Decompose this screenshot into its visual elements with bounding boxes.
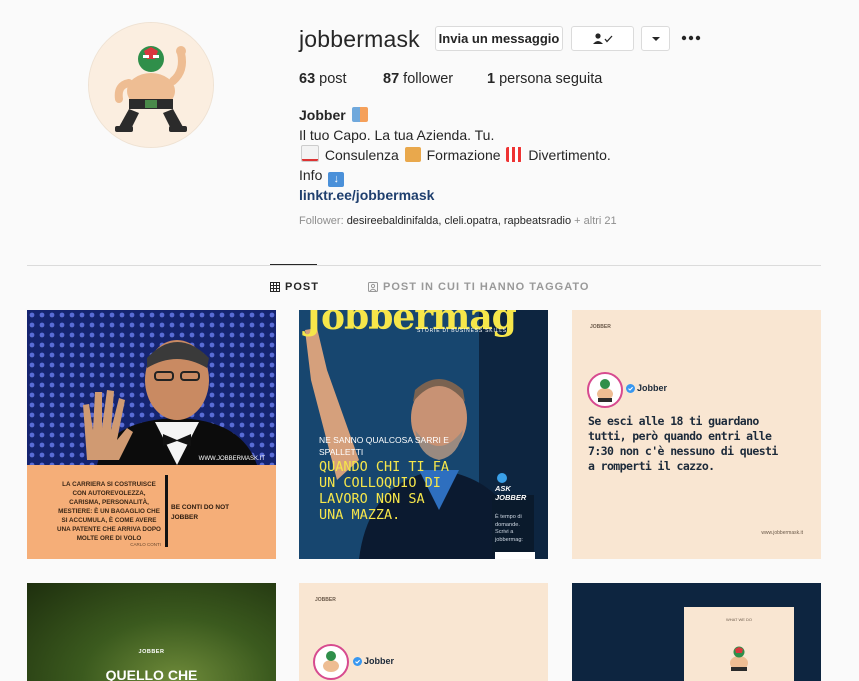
following-status-button[interactable]: [571, 26, 634, 51]
followers-stat[interactable]: 87 follower: [383, 71, 453, 87]
followed-by-prefix: Follower:: [299, 215, 344, 227]
post-tile-jobbermag[interactable]: Jobbermag STORIE DI BUSINESS SKILLS NE S…: [299, 310, 548, 559]
post6-caption: WHAT WE DO: [725, 617, 753, 622]
post2-subtitle: STORIE DI BUSINESS SKILLS: [417, 328, 507, 334]
posts-label: post: [319, 71, 347, 87]
popcorn-emoji-icon: [506, 147, 523, 162]
bio-name: Jobber: [299, 107, 346, 123]
post1-author: CARLO CONTI: [130, 542, 161, 547]
tab-tagged-label: POST IN CUI TI HANNO TAGGATO: [383, 281, 590, 293]
post1-side-text: BE CONTI DO NOT JOBBER: [171, 504, 230, 521]
posts-stat: 63 post: [299, 71, 347, 87]
verified-badge-icon: [353, 657, 362, 666]
post-tile-nature[interactable]: JOBBER QUELLO CHE: [27, 583, 276, 681]
bio-consulting: Consulenza: [324, 147, 399, 163]
post-tile-what-we-do[interactable]: WHAT WE DO: [572, 583, 821, 681]
grid-icon: [270, 282, 280, 292]
post-tile-carlo-conti[interactable]: WWW.JOBBERMASK.IT LA CARRIERA SI COSTRUI…: [27, 310, 276, 559]
luchador-mascot-icon: [89, 23, 213, 147]
following-count: 1: [487, 71, 496, 87]
jobber-avatar-icon: [313, 644, 349, 680]
followers-label: follower: [403, 71, 454, 87]
theater-masks-emoji-icon: [351, 107, 368, 122]
luchador-mascot-icon: [730, 646, 748, 671]
post6-card: WHAT WE DO: [684, 607, 794, 681]
bio-external-link[interactable]: linktr.ee/jobbermask: [299, 187, 434, 203]
teacher-emoji-icon: [404, 147, 421, 162]
bio-info: Info: [299, 167, 323, 183]
tagged-person-icon: [368, 282, 378, 292]
tab-posts[interactable]: POST: [270, 281, 319, 293]
jobber-avatar-icon: [587, 372, 623, 408]
tab-tagged[interactable]: POST IN CUI TI HANNO TAGGATO: [368, 281, 589, 293]
post3-text: Se esci alle 18 ti guardano tutti, però …: [588, 414, 778, 473]
post3-brand: JOBBER: [590, 324, 611, 330]
bio-training: Formazione: [426, 147, 501, 163]
followers-count: 87: [383, 71, 400, 87]
bio-tagline: Il tuo Capo. La tua Azienda. Tu.: [299, 127, 495, 143]
more-dots-icon: [681, 35, 701, 41]
post1-watermark: WWW.JOBBERMASK.IT: [199, 456, 266, 462]
post5-account: Jobber: [364, 656, 395, 666]
post3-url: www.jobbermask.it: [761, 530, 803, 536]
following-stat[interactable]: 1 persona seguita: [487, 71, 602, 87]
profile-bio: Jobber Il tuo Capo. La tua Azienda. Tu. …: [299, 105, 611, 205]
post2-ask-title: ASK JOBBER: [495, 484, 527, 502]
tab-posts-label: POST: [285, 281, 319, 293]
post-tile-jobber-quote[interactable]: JOBBER Jobber Se esci alle 18 ti guardan…: [572, 310, 821, 559]
person-check-icon: [592, 32, 612, 44]
post2-headline: QUANDO CHI TI FA UN COLLOQUIO DI LAVORO …: [319, 459, 450, 523]
followed-by-more: + altri 21: [574, 215, 617, 227]
post4-headline: QUELLO CHE: [105, 667, 198, 681]
post2-ask-text: È tempo di domande. Scrivi a jobbermag:: [495, 514, 523, 543]
following-label: persona seguita: [499, 71, 603, 87]
send-message-button[interactable]: Invia un messaggio: [435, 26, 563, 51]
profile-avatar[interactable]: [88, 22, 214, 148]
options-button[interactable]: [680, 30, 702, 46]
post-tile-jobber-card[interactable]: JOBBER Jobber: [299, 583, 548, 681]
post5-brand: JOBBER: [315, 597, 336, 603]
verified-badge-icon: [626, 384, 635, 393]
profile-username: jobbermask: [299, 26, 420, 52]
posts-count: 63: [299, 71, 316, 87]
active-tab-indicator: [270, 264, 317, 265]
bio-fun: Divertimento.: [528, 147, 611, 163]
post2-kicker: NE SANNO QUALCOSA SARRI E SPALLETTI: [319, 435, 449, 457]
followed-by-line[interactable]: Follower: desireebaldinifalda, cleli.opa…: [299, 215, 617, 227]
tabs-divider: [27, 265, 821, 266]
suggested-accounts-button[interactable]: [641, 26, 670, 51]
followed-by-names: desireebaldinifalda, cleli.opatra, rapbe…: [346, 215, 572, 227]
chart-emoji-icon: [301, 145, 319, 162]
post4-brand: JOBBER: [138, 649, 165, 655]
post1-quote: LA CARRIERA SI COSTRUISCE CON AUTOREVOLE…: [57, 481, 161, 542]
triangle-down-icon: [651, 36, 660, 41]
post3-account: Jobber: [637, 383, 668, 393]
